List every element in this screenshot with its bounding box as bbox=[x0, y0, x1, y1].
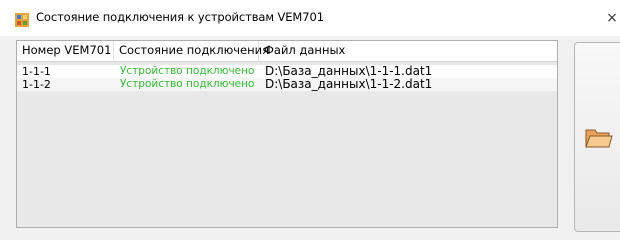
device-number-cell: 1-1-2 bbox=[22, 78, 51, 91]
window-client: Номер VEM701 Состояние подключения Файл … bbox=[0, 36, 620, 240]
open-folder-button[interactable] bbox=[574, 42, 620, 232]
close-button[interactable]: × bbox=[604, 8, 620, 28]
connection-state-cell: Устройство подключено bbox=[120, 78, 255, 90]
table-row[interactable]: 1-1-2 Устройство подключено D:\База_данн… bbox=[17, 78, 557, 91]
column-header-connection-state[interactable]: Состояние подключения bbox=[114, 41, 269, 61]
device-number-cell: 1-1-1 bbox=[22, 65, 51, 78]
folder-open-icon bbox=[585, 127, 613, 149]
column-header-device-number[interactable]: Номер VEM701 bbox=[17, 41, 114, 61]
list-header: Номер VEM701 Состояние подключения Файл … bbox=[17, 41, 557, 62]
device-list[interactable]: Номер VEM701 Состояние подключения Файл … bbox=[16, 40, 558, 228]
connection-state-cell: Устройство подключено bbox=[120, 65, 255, 77]
title-bar: Состояние подключения к устройствам VEM7… bbox=[0, 0, 620, 36]
data-file-cell: D:\База_данных\1-1-2.dat1 bbox=[265, 77, 433, 91]
app-icon bbox=[15, 13, 29, 27]
column-header-data-file[interactable]: Файл данных bbox=[259, 41, 557, 61]
window-title: Состояние подключения к устройствам VEM7… bbox=[36, 10, 324, 24]
